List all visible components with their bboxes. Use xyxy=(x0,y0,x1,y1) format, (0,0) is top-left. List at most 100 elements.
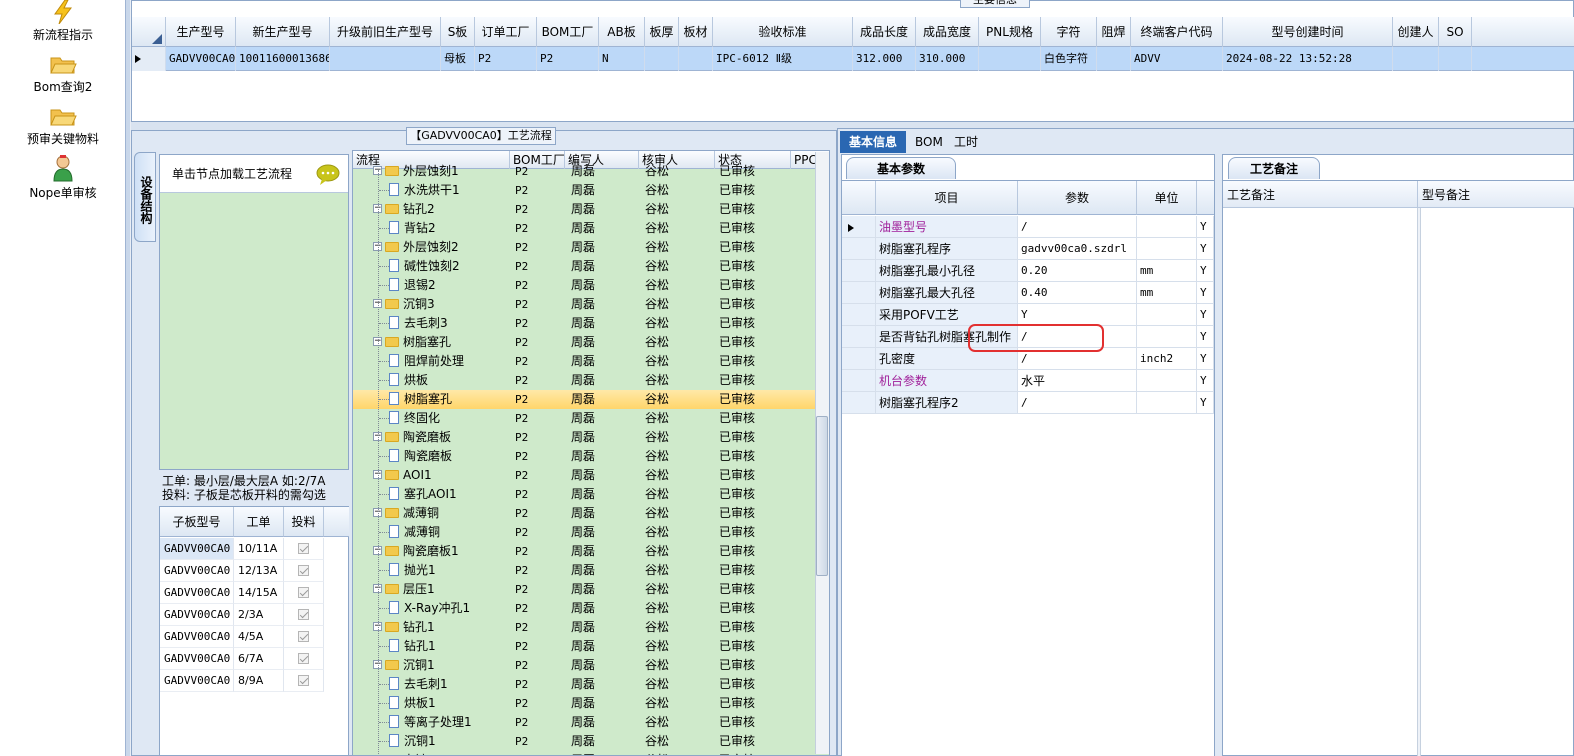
sub-col-model[interactable]: 子板型号 xyxy=(160,507,234,537)
param-unit-cell[interactable] xyxy=(1137,216,1197,238)
tree-node[interactable]: − 外层蚀刻2 xyxy=(373,238,510,257)
corner-cell[interactable] xyxy=(132,17,166,47)
tree-row[interactable]: 去毛刺1 P2 周磊 谷松 已审核 xyxy=(353,675,815,694)
tree-scroll-thumb[interactable] xyxy=(816,416,828,576)
remark-col-process[interactable]: 工艺备注 xyxy=(1223,181,1418,209)
tree-row[interactable]: 退锡2 P2 周磊 谷松 已审核 xyxy=(353,276,815,295)
main-col-11[interactable]: 成品宽度 xyxy=(916,17,979,47)
tree-node[interactable]: 树脂塞孔 xyxy=(389,390,510,409)
param-row-header[interactable] xyxy=(842,216,876,238)
tree-node[interactable]: − 陶瓷磨板1 xyxy=(373,542,510,561)
main-cell-17[interactable] xyxy=(1393,47,1439,71)
tree-row[interactable]: 烘板1 P2 周磊 谷松 已审核 xyxy=(353,694,815,713)
main-col-15[interactable]: 终端客户代码 xyxy=(1131,17,1223,47)
param-row-header[interactable] xyxy=(842,282,876,304)
feed-checkbox[interactable] xyxy=(298,631,309,642)
tree-row[interactable]: − 层压1 P2 周磊 谷松 已审核 xyxy=(353,580,815,599)
param-row-header[interactable] xyxy=(842,238,876,260)
feed-checkbox[interactable] xyxy=(298,609,309,620)
sub-model-cell[interactable]: GADVV00CA0 xyxy=(160,560,234,582)
param-flag-cell[interactable]: Y xyxy=(1197,216,1214,238)
main-cell-13[interactable]: 白色字符 xyxy=(1041,47,1097,71)
param-item-cell[interactable]: 树脂塞孔最大孔径 xyxy=(876,282,1018,304)
main-col-4[interactable]: 订单工厂 xyxy=(475,17,537,47)
param-flag-cell[interactable]: Y xyxy=(1197,392,1214,414)
tree-node[interactable]: 烘板 xyxy=(389,371,510,390)
param-item-cell[interactable]: 树脂塞孔最小孔径 xyxy=(876,260,1018,282)
tree-row[interactable]: 塞孔AOI1 P2 周磊 谷松 已审核 xyxy=(353,485,815,504)
sub-order-cell[interactable]: 4/5A xyxy=(234,626,284,648)
main-col-14[interactable]: 阻焊 xyxy=(1097,17,1131,47)
tree-node[interactable]: 沉铜1 xyxy=(389,732,510,751)
param-flag-cell[interactable]: Y xyxy=(1197,304,1214,326)
tree-row[interactable]: − 陶瓷磨板 P2 周磊 谷松 已审核 xyxy=(353,428,815,447)
main-col-0[interactable]: 生产型号 xyxy=(166,17,236,47)
param-row-header[interactable] xyxy=(842,326,876,348)
param-flag-cell[interactable]: Y xyxy=(1197,282,1214,304)
tree-node[interactable]: − AOI1 xyxy=(373,466,510,485)
tree-node[interactable]: 钻孔1 xyxy=(389,637,510,656)
param-flag-cell[interactable]: Y xyxy=(1197,326,1214,348)
tree-row[interactable]: 抛光1 P2 周磊 谷松 已审核 xyxy=(353,561,815,580)
model-remark-input[interactable] xyxy=(1422,209,1573,755)
tree-row[interactable]: −电镀1 P2 周磊 谷松已审核 xyxy=(353,751,815,755)
tree-node[interactable]: 终固化 xyxy=(389,409,510,428)
param-value-cell[interactable]: / xyxy=(1018,216,1137,238)
param-item-cell[interactable]: 树脂塞孔程序 xyxy=(876,238,1018,260)
tree-row[interactable]: X-Ray冲孔1 P2 周磊 谷松 已审核 xyxy=(353,599,815,618)
param-value-cell[interactable]: / xyxy=(1018,392,1137,414)
tree-node[interactable]: 阻焊前处理 xyxy=(389,352,510,371)
param-unit-cell[interactable] xyxy=(1137,238,1197,260)
tree-node[interactable]: − 陶瓷磨板 xyxy=(373,428,510,447)
tree-node[interactable]: − 沉铜1 xyxy=(373,656,510,675)
tree-node[interactable]: 陶瓷磨板 xyxy=(389,447,510,466)
param-item-cell[interactable]: 采用POFV工艺 xyxy=(876,304,1018,326)
main-col-17[interactable]: 创建人 xyxy=(1393,17,1439,47)
sub-model-cell[interactable]: GADVV00CA0 xyxy=(160,670,234,692)
feed-checkbox[interactable] xyxy=(298,653,309,664)
param-item-cell[interactable]: 树脂塞孔程序2 xyxy=(876,392,1018,414)
param-value-cell[interactable]: Y xyxy=(1018,304,1137,326)
speech-bubble-icon[interactable] xyxy=(316,164,340,186)
main-cell-8[interactable] xyxy=(679,47,713,71)
tree-row[interactable]: 阻焊前处理 P2 周磊 谷松 已审核 xyxy=(353,352,815,371)
param-flag-cell[interactable]: Y xyxy=(1197,370,1214,392)
node-area[interactable] xyxy=(159,154,349,470)
main-cell-11[interactable]: 310.000 xyxy=(916,47,979,71)
tree-row[interactable]: − 减薄铜 P2 周磊 谷松 已审核 xyxy=(353,504,815,523)
tree-row[interactable]: 等离子处理1 P2 周磊 谷松 已审核 xyxy=(353,713,815,732)
main-cell-7[interactable] xyxy=(645,47,679,71)
main-col-10[interactable]: 成品长度 xyxy=(853,17,916,47)
param-row-header[interactable] xyxy=(842,304,876,326)
main-cell-12[interactable] xyxy=(979,47,1041,71)
remark-col-model[interactable]: 型号备注 xyxy=(1418,181,1574,209)
param-unit-cell[interactable] xyxy=(1137,304,1197,326)
tree-row[interactable]: 烘板 P2 周磊 谷松 已审核 xyxy=(353,371,815,390)
tree-node[interactable]: − 外层蚀刻1 xyxy=(373,162,510,181)
main-col-5[interactable]: BOM工厂 xyxy=(537,17,599,47)
launcher-item-nope-review[interactable]: Nope单审核 xyxy=(0,154,126,201)
main-cell-4[interactable]: P2 xyxy=(475,47,537,71)
sub-model-cell[interactable]: GADVV00CA0 xyxy=(160,582,234,604)
param-col-value[interactable]: 参数 xyxy=(1018,181,1137,215)
param-item-cell[interactable]: 机台参数 xyxy=(876,370,1018,392)
main-cell-2[interactable] xyxy=(330,47,441,71)
tree-node[interactable]: − 钻孔1 xyxy=(373,618,510,637)
main-col-3[interactable]: S板 xyxy=(441,17,475,47)
tree-row[interactable]: − 树脂塞孔 P2 周磊 谷松 已审核 xyxy=(353,333,815,352)
main-cell-1[interactable]: 10011600013686 xyxy=(236,47,330,71)
main-col-7[interactable]: 板厚 xyxy=(645,17,679,47)
tree-row[interactable]: 陶瓷磨板 P2 周磊 谷松 已审核 xyxy=(353,447,815,466)
param-unit-cell[interactable] xyxy=(1137,326,1197,348)
tree-node[interactable]: 水洗烘干1 xyxy=(389,181,510,200)
tree-row[interactable]: − 钻孔2 P2 周磊 谷松 已审核 xyxy=(353,200,815,219)
main-col-8[interactable]: 板材 xyxy=(679,17,713,47)
sub-model-cell[interactable]: GADVV00CA0 xyxy=(160,604,234,626)
tree-row[interactable]: 终固化 P2 周磊 谷松 已审核 xyxy=(353,409,815,428)
main-cell-5[interactable]: P2 xyxy=(537,47,599,71)
param-col-item[interactable]: 项目 xyxy=(876,181,1018,215)
launcher-item-pre-review[interactable]: 预审关键物料 xyxy=(0,104,126,147)
main-col-2[interactable]: 升级前旧生产型号 xyxy=(330,17,441,47)
sub-order-cell[interactable]: 14/15A xyxy=(234,582,284,604)
tree-node[interactable]: 抛光1 xyxy=(389,561,510,580)
